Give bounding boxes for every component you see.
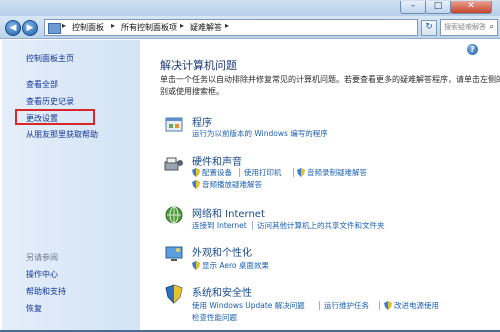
link-divider (239, 168, 240, 177)
help-icon[interactable]: ? (467, 44, 478, 55)
link-divider (293, 168, 294, 177)
refresh-icon[interactable]: ↻ (421, 20, 437, 36)
highlight-annotation-box (15, 109, 95, 125)
address-bar[interactable]: ▸ 控制面板 ▸ 所有控制面板项 ▸ 疑难解答 ▸ (44, 19, 418, 36)
link-divider (379, 301, 380, 310)
category-hardware-sound-title[interactable]: 硬件和声音 (192, 153, 242, 168)
category-programs-title[interactable]: 程序 (192, 114, 212, 129)
network-internet-icon[interactable] (164, 205, 184, 225)
see-also-heading: 另请参阅 (26, 253, 58, 262)
action-center-link[interactable]: 操作中心 (26, 269, 58, 280)
appearance-icon[interactable] (164, 244, 184, 264)
uac-shield-icon (192, 180, 200, 189)
hardware-sound-icon[interactable] (164, 154, 184, 174)
use-printer-link[interactable]: 使用打印机 (244, 167, 282, 178)
search-placeholder: 搜索疑难解答 (444, 23, 486, 31)
show-aero-effects-link[interactable]: 显示 Aero 桌面效果 (202, 260, 269, 271)
breadcrumb-separator-icon[interactable]: ▸ (111, 21, 115, 30)
view-all-link[interactable]: 查看全部 (26, 79, 58, 90)
breadcrumb-control-panel[interactable]: 控制面板 (72, 22, 104, 33)
category-system-security-title[interactable]: 系统和安全性 (192, 284, 252, 299)
configure-device-link[interactable]: 配置设备 (202, 167, 232, 178)
category-network-internet-title[interactable]: 网络和 Internet (192, 205, 265, 220)
windows-update-troubleshoot-link[interactable]: 使用 Windows Update 解决问题 (192, 300, 305, 311)
breadcrumb-all-items[interactable]: 所有控制面板项 (121, 22, 177, 33)
minimize-button[interactable]: – (400, 1, 426, 14)
uac-shield-icon (192, 168, 200, 177)
control-panel-icon (48, 23, 61, 34)
description-line-2: 别或使用搜索框。 (160, 87, 224, 96)
view-history-link[interactable]: 查看历史记录 (26, 96, 74, 107)
search-input[interactable]: 搜索疑难解答 ⌕ (440, 19, 498, 36)
breadcrumb-troubleshooting[interactable]: 疑难解答 (190, 22, 222, 33)
audio-recording-troubleshoot-link[interactable]: 音频录制疑难解答 (307, 167, 367, 178)
window-title-bar: – □ ✕ (0, 0, 500, 16)
access-shared-files-link[interactable]: 访问其他计算机上的共享文件和文件夹 (257, 220, 385, 231)
breadcrumb-separator-icon[interactable]: ▸ (62, 21, 66, 30)
run-old-programs-link[interactable]: 运行为以前版本的 Windows 编写的程序 (192, 128, 328, 139)
get-help-from-friend-link[interactable]: 从朋友那里获取帮助 (26, 129, 98, 140)
connect-internet-link[interactable]: 连接到 Internet (192, 220, 247, 231)
breadcrumb-separator-icon[interactable]: ▸ (180, 21, 184, 30)
improve-power-link[interactable]: 改进电源使用 (394, 300, 439, 311)
link-divider (319, 301, 320, 310)
recovery-link[interactable]: 恢复 (26, 303, 42, 314)
system-security-icon[interactable] (164, 284, 184, 304)
breadcrumb-separator-icon[interactable]: ▸ (225, 21, 229, 30)
navigation-bar: ◀ ▶ ▸ 控制面板 ▸ 所有控制面板项 ▸ 疑难解答 ▸ ↻ 搜索疑难解答 ⌕ (0, 16, 500, 39)
programs-icon[interactable] (164, 115, 184, 135)
search-icon[interactable]: ⌕ (490, 22, 494, 32)
link-divider (252, 221, 253, 230)
help-support-link[interactable]: 帮助和支持 (26, 286, 66, 297)
audio-playback-troubleshoot-link[interactable]: 音频播放疑难解答 (202, 179, 262, 190)
maximize-button[interactable]: □ (425, 1, 451, 14)
forward-arrow-icon[interactable]: ▶ (22, 20, 38, 36)
uac-shield-icon (297, 168, 305, 177)
back-arrow-icon[interactable]: ◀ (5, 20, 21, 36)
close-button[interactable]: ✕ (450, 1, 492, 14)
left-navigation-pane (2, 40, 140, 330)
page-title: 解决计算机问题 (160, 59, 237, 72)
uac-shield-icon (384, 301, 392, 310)
control-panel-home-link[interactable]: 控制面板主页 (26, 53, 74, 64)
description-line-1: 单击一个任务以自动排除并修复常见的计算机问题。若要查看更多的疑难解答程序，请单击… (160, 75, 500, 84)
category-appearance-title[interactable]: 外观和个性化 (192, 244, 252, 259)
check-performance-link[interactable]: 检查性能问题 (192, 312, 237, 323)
run-maintenance-link[interactable]: 运行维护任务 (324, 300, 369, 311)
uac-shield-icon (192, 261, 200, 270)
